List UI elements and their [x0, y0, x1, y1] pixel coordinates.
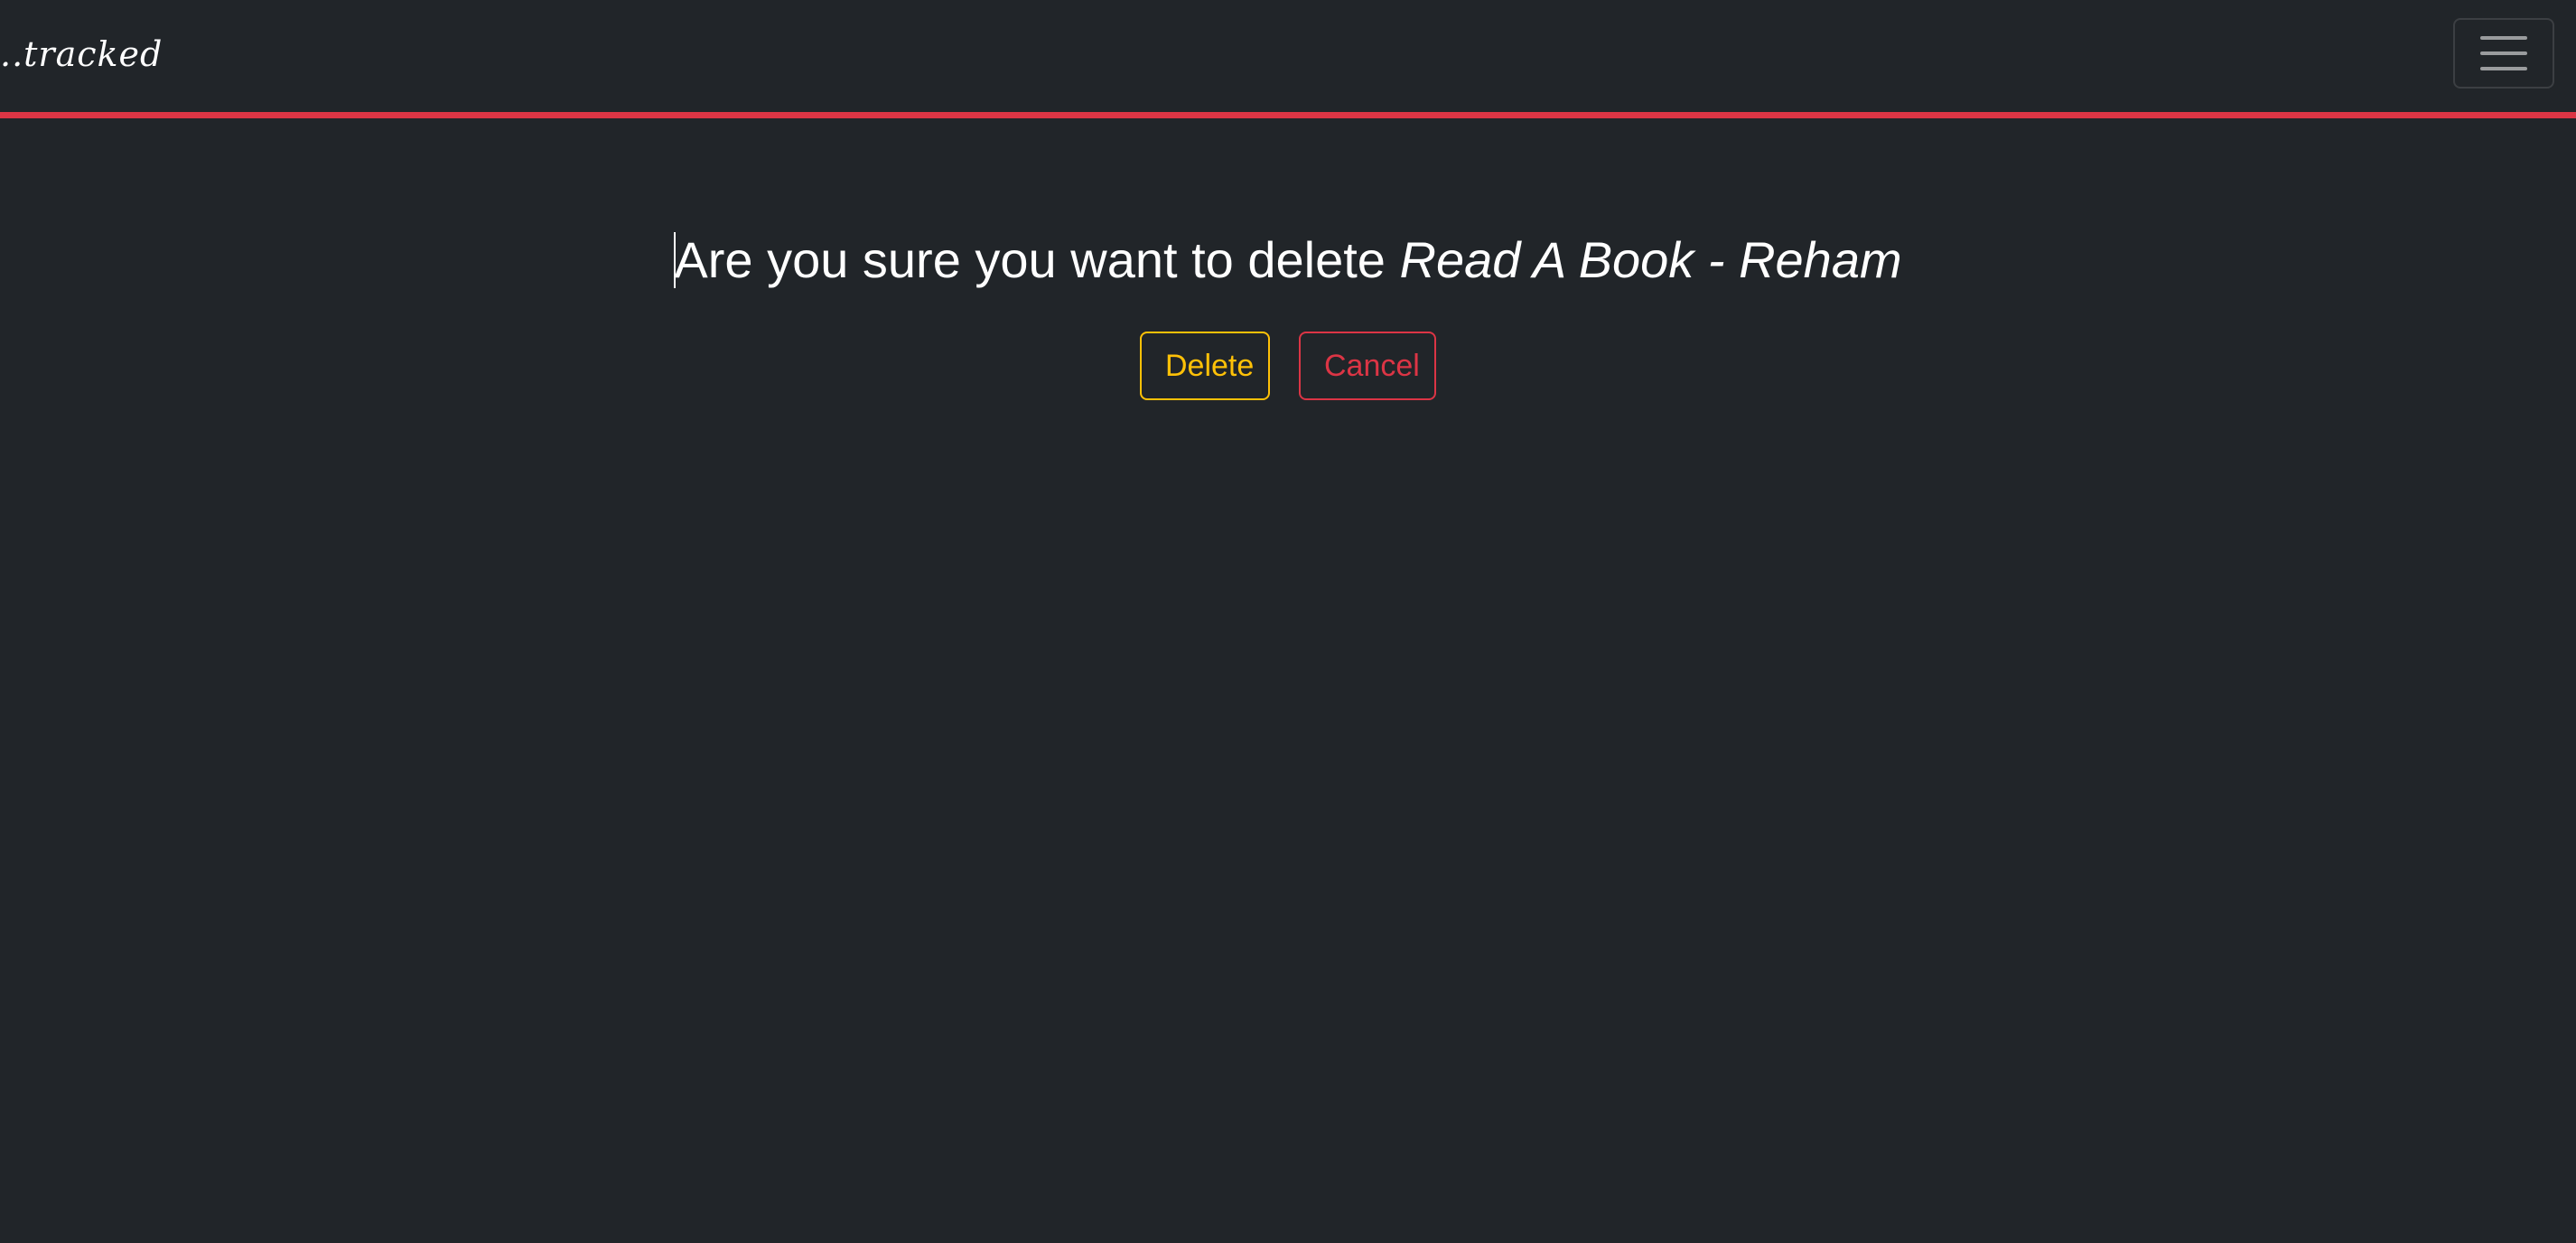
confirmation-actions: Delete Cancel	[0, 332, 2576, 400]
navbar-toggler-button[interactable]	[2453, 18, 2554, 89]
navbar: ..tracked	[0, 0, 2576, 118]
item-name: Read A Book - Reham	[1399, 231, 1902, 288]
delete-button[interactable]: Delete	[1140, 332, 1270, 400]
hamburger-menu-icon	[2480, 34, 2527, 72]
cancel-button[interactable]: Cancel	[1299, 332, 1436, 400]
confirmation-question: Are you sure you want to delete	[674, 231, 1400, 288]
delete-confirmation-heading: Are you sure you want to delete Read A B…	[0, 224, 2576, 296]
brand-logo[interactable]: ..tracked	[0, 16, 163, 74]
main-content: Are you sure you want to delete Read A B…	[0, 118, 2576, 1243]
